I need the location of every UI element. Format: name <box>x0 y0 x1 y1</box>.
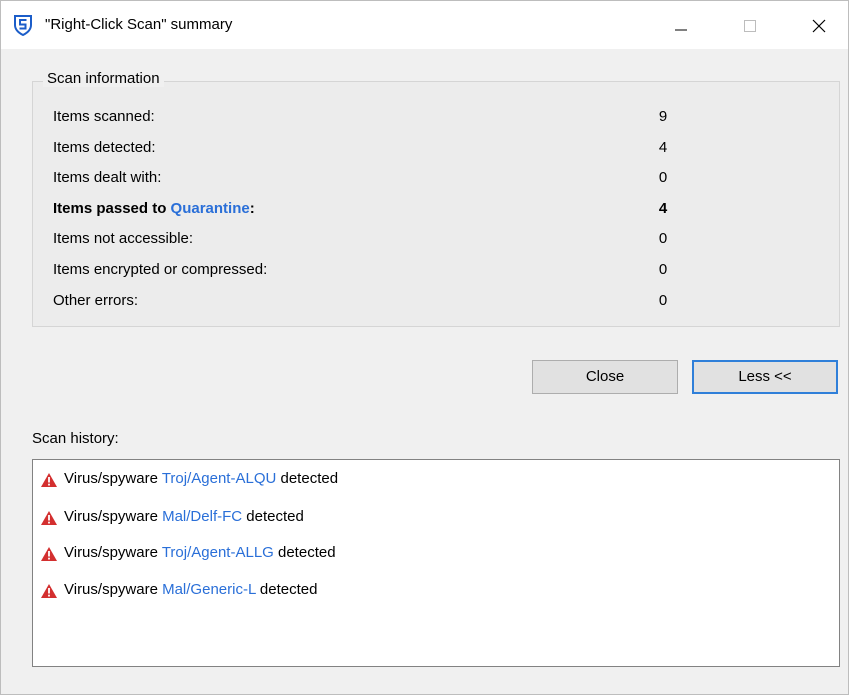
threat-link[interactable]: Troj/Agent-ALLG <box>162 544 274 561</box>
sophos-shield-icon <box>12 14 34 37</box>
history-item-suffix: detected <box>255 581 318 598</box>
items-not-accessible-row: Items not accessible: 0 <box>53 230 673 252</box>
history-item-text: Virus/spyware Troj/Agent-ALQU detected <box>64 470 338 487</box>
close-window-button[interactable] <box>790 1 846 49</box>
history-item-prefix: Virus/spyware <box>64 544 162 561</box>
items-encrypted-value: 0 <box>658 261 668 278</box>
history-item-prefix: Virus/spyware <box>64 470 162 487</box>
history-item-prefix: Virus/spyware <box>64 508 163 525</box>
other-errors-label: Other errors: <box>53 292 139 309</box>
maximize-icon <box>744 20 756 32</box>
threat-link[interactable]: Mal/Generic-L <box>162 581 256 598</box>
items-encrypted-label: Items encrypted or compressed: <box>53 261 268 278</box>
other-errors-value: 0 <box>658 292 668 309</box>
warning-triangle-icon <box>41 547 57 561</box>
quarantine-link[interactable]: Quarantine <box>171 200 250 217</box>
history-item-suffix: detected <box>276 470 339 487</box>
items-detected-value: 4 <box>658 139 668 156</box>
threat-link[interactable]: Mal/Delf-FC <box>162 508 242 525</box>
scan-information-legend: Scan information <box>43 70 164 87</box>
items-quarantine-row: Items passed to Quarantine: 4 <box>53 200 673 222</box>
items-not-accessible-value: 0 <box>658 230 668 247</box>
items-not-accessible-label: Items not accessible: <box>53 230 194 247</box>
history-item-text: Virus/spyware Troj/Agent-ALLG detected <box>64 544 336 561</box>
close-icon <box>812 19 826 33</box>
items-detected-label: Items detected: <box>53 139 156 156</box>
maximize-button[interactable] <box>721 1 777 49</box>
items-dealt-with-label: Items dealt with: <box>53 169 162 186</box>
history-item-suffix: detected <box>273 544 336 561</box>
items-detected-row: Items detected: 4 <box>53 139 673 161</box>
history-item-text: Virus/spyware Mal/Generic-L detected <box>64 581 317 598</box>
items-encrypted-row: Items encrypted or compressed: 0 <box>53 261 673 283</box>
threat-link[interactable]: Troj/Agent-ALQU <box>162 470 277 487</box>
scan-summary-window: "Right-Click Scan" summary Scan informat… <box>0 0 849 695</box>
warning-triangle-icon <box>41 473 57 487</box>
history-item-suffix: detected <box>242 508 304 525</box>
warning-triangle-icon <box>41 584 57 598</box>
items-quarantine-suffix: : <box>249 200 255 217</box>
items-quarantine-prefix: Items passed to <box>53 200 171 217</box>
window-title: "Right-Click Scan" summary <box>45 16 233 33</box>
scan-history-label: Scan history: <box>32 430 119 447</box>
title-bar[interactable]: "Right-Click Scan" summary <box>1 1 848 49</box>
minimize-button[interactable] <box>652 1 708 49</box>
items-dealt-with-value: 0 <box>658 169 668 186</box>
minimize-icon <box>675 29 687 31</box>
items-quarantine-value: 4 <box>658 200 668 217</box>
less-button[interactable]: Less << <box>692 360 838 394</box>
close-button[interactable]: Close <box>532 360 678 394</box>
warning-triangle-icon <box>41 511 57 525</box>
items-scanned-row: Items scanned: 9 <box>53 108 673 130</box>
items-scanned-label: Items scanned: <box>53 108 155 125</box>
other-errors-row: Other errors: 0 <box>53 292 673 314</box>
history-item-prefix: Virus/spyware <box>64 581 163 598</box>
items-quarantine-label: Items passed to Quarantine: <box>53 200 255 217</box>
items-dealt-with-row: Items dealt with: 0 <box>53 169 673 191</box>
items-scanned-value: 9 <box>658 108 668 125</box>
history-item-text: Virus/spyware Mal/Delf-FC detected <box>64 508 304 525</box>
scan-history-list[interactable]: Virus/spyware Troj/Agent-ALQU detected V… <box>32 459 840 667</box>
